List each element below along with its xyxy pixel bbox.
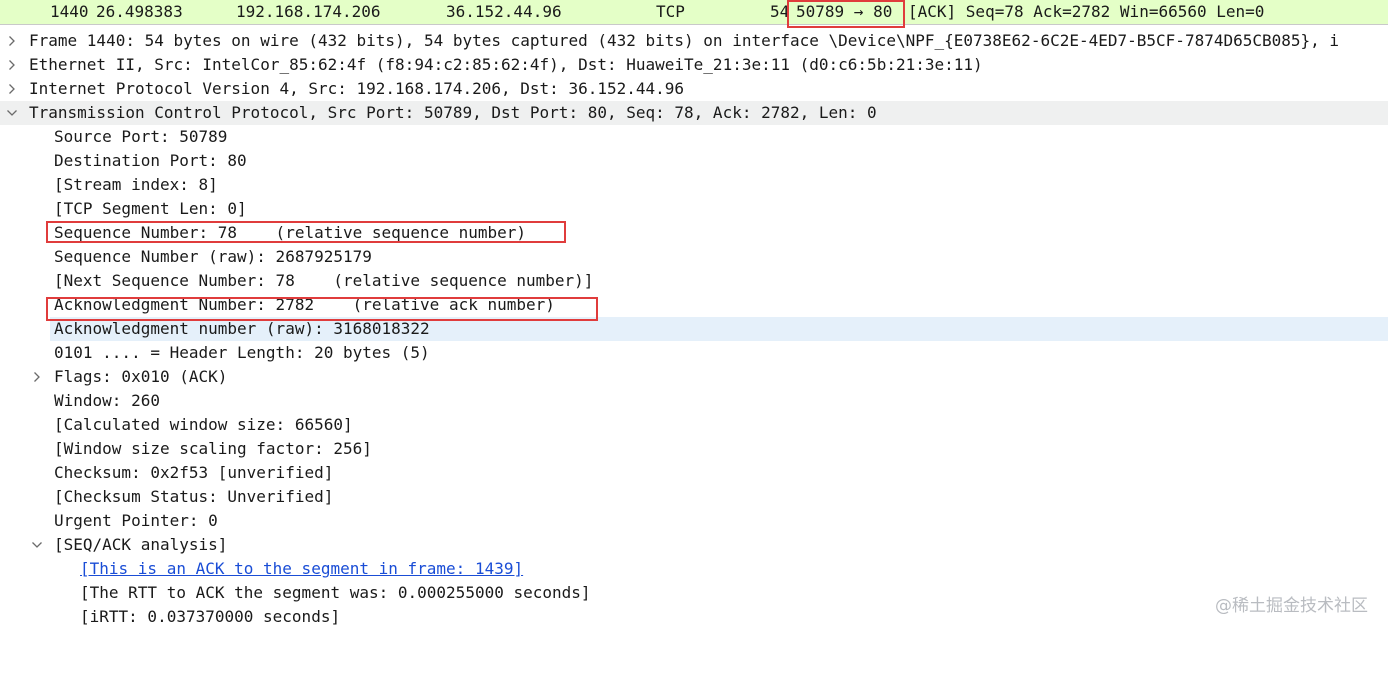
- packet-time: 26.498383: [96, 2, 183, 21]
- field-text: 0101 .... = Header Length: 20 bytes (5): [54, 343, 430, 362]
- tcp-field-next-sequence[interactable]: [Next Sequence Number: 78 (relative sequ…: [0, 269, 1388, 293]
- packet-protocol: TCP: [656, 2, 685, 21]
- field-text: Flags: 0x010 (ACK): [54, 367, 228, 386]
- tcp-field-header-length[interactable]: 0101 .... = Header Length: 20 bytes (5): [0, 341, 1388, 365]
- tree-item-label: Transmission Control Protocol, Src Port:…: [29, 103, 877, 122]
- tree-item-label: Ethernet II, Src: IntelCor_85:62:4f (f8:…: [29, 55, 983, 74]
- tcp-field-calculated-window[interactable]: [Calculated window size: 66560]: [0, 413, 1388, 437]
- tcp-field-sequence-raw[interactable]: Sequence Number (raw): 2687925179: [0, 245, 1388, 269]
- tcp-field-flags[interactable]: Flags: 0x010 (ACK): [0, 365, 1388, 389]
- field-text: [Checksum Status: Unverified]: [54, 487, 334, 506]
- tree-item-label: Internet Protocol Version 4, Src: 192.16…: [29, 79, 685, 98]
- tcp-field-urgent-pointer[interactable]: Urgent Pointer: 0: [0, 509, 1388, 533]
- packet-source: 192.168.174.206: [236, 2, 381, 21]
- field-text: Acknowledgment number (raw): 3168018322: [54, 319, 430, 338]
- tcp-field-segment-len[interactable]: [TCP Segment Len: 0]: [0, 197, 1388, 221]
- packet-info: [ACK] Seq=78 Ack=2782 Win=66560 Len=0: [908, 2, 1265, 21]
- packet-details-tree: Frame 1440: 54 bytes on wire (432 bits),…: [0, 29, 1388, 629]
- tcp-field-ack-raw[interactable]: Acknowledgment number (raw): 3168018322: [50, 317, 1388, 341]
- tcp-field-window[interactable]: Window: 260: [0, 389, 1388, 413]
- frame-link[interactable]: [This is an ACK to the segment in frame:…: [80, 557, 523, 581]
- watermark: @稀土掘金技术社区: [1215, 596, 1368, 616]
- packet-ports: 50789 → 80: [796, 2, 893, 21]
- field-text: [iRTT: 0.037370000 seconds]: [80, 607, 341, 626]
- tcp-field-ack-number[interactable]: Acknowledgment Number: 2782 (relative ac…: [0, 293, 1388, 317]
- chevron-down-icon[interactable]: [30, 533, 44, 557]
- field-text: Window: 260: [54, 391, 160, 410]
- field-text: [The RTT to ACK the segment was: 0.00025…: [80, 583, 591, 602]
- field-text: [Stream index: 8]: [54, 175, 218, 194]
- tcp-field-source-port[interactable]: Source Port: 50789: [0, 125, 1388, 149]
- field-text: Destination Port: 80: [54, 151, 247, 170]
- tree-item-tcp[interactable]: Transmission Control Protocol, Src Port:…: [0, 101, 1388, 125]
- field-text: Sequence Number: 78 (relative sequence n…: [54, 223, 527, 242]
- field-text: [SEQ/ACK analysis]: [54, 535, 228, 554]
- tcp-field-window-scaling[interactable]: [Window size scaling factor: 256]: [0, 437, 1388, 461]
- chevron-down-icon[interactable]: [5, 101, 19, 125]
- tcp-field-stream-index[interactable]: [Stream index: 8]: [0, 173, 1388, 197]
- field-text: Sequence Number (raw): 2687925179: [54, 247, 372, 266]
- tree-item-seq-ack-analysis[interactable]: [SEQ/ACK analysis]: [0, 533, 1388, 557]
- chevron-right-icon[interactable]: [5, 77, 19, 101]
- chevron-right-icon[interactable]: [5, 29, 19, 53]
- field-text: [Window size scaling factor: 256]: [54, 439, 372, 458]
- field-text: Checksum: 0x2f53 [unverified]: [54, 463, 334, 482]
- field-text: [TCP Segment Len: 0]: [54, 199, 247, 218]
- field-text: [Calculated window size: 66560]: [54, 415, 353, 434]
- tree-item-ethernet[interactable]: Ethernet II, Src: IntelCor_85:62:4f (f8:…: [0, 53, 1388, 77]
- field-text: [Next Sequence Number: 78 (relative sequ…: [54, 271, 594, 290]
- packet-length: 54: [770, 2, 790, 21]
- chevron-right-icon[interactable]: [5, 53, 19, 77]
- tcp-field-checksum[interactable]: Checksum: 0x2f53 [unverified]: [0, 461, 1388, 485]
- chevron-right-icon[interactable]: [30, 365, 44, 389]
- tree-item-label: Frame 1440: 54 bytes on wire (432 bits),…: [29, 31, 1340, 50]
- tree-item-frame[interactable]: Frame 1440: 54 bytes on wire (432 bits),…: [0, 29, 1388, 53]
- field-text: Urgent Pointer: 0: [54, 511, 218, 530]
- packet-list-row[interactable]: 1440 26.498383 192.168.174.206 36.152.44…: [0, 0, 1388, 25]
- analysis-irtt[interactable]: [iRTT: 0.037370000 seconds]: [0, 605, 1388, 629]
- tcp-field-sequence-number[interactable]: Sequence Number: 78 (relative sequence n…: [0, 221, 1388, 245]
- packet-number: 1440: [50, 2, 89, 21]
- tree-item-ip[interactable]: Internet Protocol Version 4, Src: 192.16…: [0, 77, 1388, 101]
- field-text: Source Port: 50789: [54, 127, 228, 146]
- packet-destination: 36.152.44.96: [446, 2, 562, 21]
- field-text: Acknowledgment Number: 2782 (relative ac…: [54, 295, 555, 314]
- analysis-ack-frame-link[interactable]: [This is an ACK to the segment in frame:…: [0, 557, 1388, 581]
- tcp-field-checksum-status[interactable]: [Checksum Status: Unverified]: [0, 485, 1388, 509]
- tcp-field-destination-port[interactable]: Destination Port: 80: [0, 149, 1388, 173]
- analysis-rtt[interactable]: [The RTT to ACK the segment was: 0.00025…: [0, 581, 1388, 605]
